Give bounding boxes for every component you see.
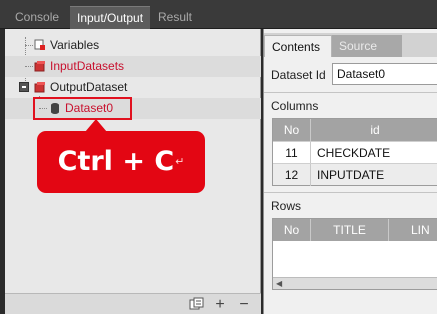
row-no: 11: [273, 142, 311, 164]
dataset-id-input[interactable]: [332, 63, 437, 85]
tree-label-output-dataset: OutputDataset: [50, 80, 128, 94]
callout-shortcut-text: Ctrl + C↵: [57, 146, 185, 177]
top-tab-bar: Console Input/Output Result: [0, 0, 437, 29]
column-header-id[interactable]: id: [311, 119, 437, 141]
tab-result[interactable]: Result: [151, 6, 199, 29]
collapse-toggle-icon[interactable]: [19, 82, 29, 92]
tree-toolbar: + −: [5, 293, 261, 314]
rows-grid: No TITLE LIN ◀: [272, 218, 437, 290]
tab-console[interactable]: Console: [8, 6, 66, 29]
rows-section-title: Rows: [271, 199, 302, 213]
dataset-group-icon: [34, 61, 45, 72]
row-id: INPUTDATE: [317, 168, 385, 182]
tree-label-input-datasets: InputDatasets: [50, 59, 125, 73]
rows-grid-header: No TITLE LIN: [273, 219, 437, 241]
settings-icon[interactable]: [189, 297, 204, 312]
tree-item-output-dataset[interactable]: OutputDataset: [5, 77, 261, 98]
column-header-no[interactable]: No: [273, 119, 311, 141]
variables-icon: [34, 39, 45, 50]
rows-header-lin[interactable]: LIN: [389, 219, 437, 241]
tab-contents[interactable]: Contents: [264, 35, 332, 57]
selection-highlight-box: [33, 97, 132, 120]
remove-button[interactable]: −: [235, 296, 253, 313]
shortcut-callout: Ctrl + C↵: [37, 131, 205, 193]
row-id: CHECKDATE: [317, 146, 391, 160]
tree-item-input-datasets[interactable]: InputDatasets: [5, 56, 261, 77]
detail-tab-bar: Contents Source: [264, 33, 437, 57]
add-button[interactable]: +: [211, 296, 229, 313]
columns-grid: No id 11 CHECKDATE 12 INPUTDATE: [272, 118, 437, 186]
divider: [264, 92, 437, 93]
rows-header-no[interactable]: No: [273, 219, 311, 241]
scroll-left-icon[interactable]: ◀: [276, 279, 282, 288]
horizontal-scrollbar[interactable]: ◀: [273, 277, 437, 289]
table-row[interactable]: 12 INPUTDATE: [273, 163, 437, 186]
dataset-group-icon: [34, 82, 45, 93]
tree-label-variables: Variables: [50, 38, 100, 52]
dataset-detail-panel: Contents Source Dataset Id Columns No id…: [263, 29, 437, 314]
columns-grid-header: No id: [273, 119, 437, 141]
dataset-tree-panel: Variables InputDatasets OutputDataset Da…: [5, 29, 261, 314]
row-no: 12: [273, 164, 311, 186]
columns-section-title: Columns: [271, 99, 319, 113]
tab-source[interactable]: Source: [332, 35, 402, 57]
tree-item-variables[interactable]: Variables: [5, 35, 261, 56]
divider: [264, 192, 437, 193]
tab-input-output[interactable]: Input/Output: [70, 6, 151, 29]
dataset-id-label: Dataset Id: [271, 68, 326, 82]
enter-icon: ↵: [175, 155, 185, 168]
rows-header-title[interactable]: TITLE: [311, 219, 389, 241]
table-row[interactable]: 11 CHECKDATE: [273, 141, 437, 164]
